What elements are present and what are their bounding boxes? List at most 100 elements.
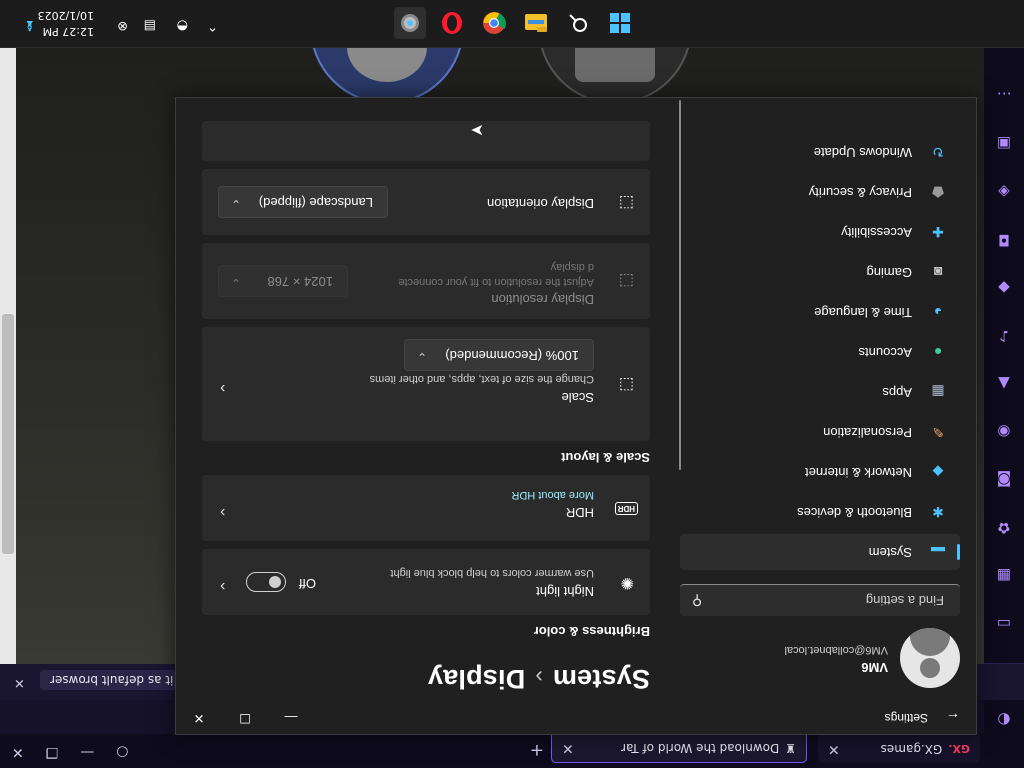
minimize-icon[interactable]: — [80,744,94,760]
music-icon[interactable]: ♪ [994,326,1014,346]
chevron-right-icon[interactable]: › [220,577,225,595]
dropdown-value: 1024 × 768 [267,274,333,289]
nav-item-personalization[interactable]: ✎ Personalization [680,414,960,450]
shield-icon: ⬟ [931,184,945,201]
discord-icon[interactable]: ◙ [994,470,1014,490]
page-scrollbar[interactable] [0,0,16,664]
monitor-icon: ▬ [931,544,945,560]
avatar[interactable] [900,628,960,688]
more-icon[interactable]: ⋯ [994,84,1014,104]
nav-item-windows-update[interactable]: ↻ Windows Update [680,134,960,170]
set-default-browser-button[interactable]: it as default browser [40,670,184,690]
tab-world-of-tanks[interactable]: ♜ Download the World of Tar ✕ [551,735,807,763]
close-icon[interactable]: ✕ [828,741,840,757]
scale-card[interactable]: ⬚ Scale Change the size of text, apps, a… [202,327,650,509]
dropdown-value: 100% (Recommended) [445,348,579,363]
new-tab-button[interactable]: + [530,740,544,760]
volume-muted-icon[interactable]: ⊗ [117,18,128,33]
orientation-dropdown[interactable]: Landscape (flipped) ⌄ [218,186,388,218]
restore-icon[interactable]: ❐ [46,744,59,760]
card-title: Scale [561,390,594,405]
maximize-button[interactable]: ☐ [222,702,268,734]
apps-icon: ▦ [931,384,945,401]
back-button[interactable]: ← [946,710,960,726]
nav-item-time-language[interactable]: ◕ Time & language [680,294,960,330]
resize-icon: ⬚ [618,272,634,289]
nav-label: System [868,545,912,560]
settings-taskbar-button[interactable] [394,7,426,39]
pinboard-icon[interactable]: ▣ [994,134,1014,154]
control-icon[interactable]: ◐ [994,710,1014,730]
windows-logo-icon [610,13,630,33]
orientation-card[interactable]: ⬚ Display orientation Landscape (flipped… [202,169,650,235]
chevron-right-icon[interactable]: › [220,379,225,397]
card-subtitle: Change the size of text, apps, and other… [369,373,594,385]
nav-item-accounts[interactable]: ● Accounts [680,334,960,370]
nav-label: Gaming [866,265,912,280]
close-icon[interactable]: ✕ [14,675,25,690]
file-explorer-button[interactable] [520,7,552,39]
taskbar-search-button[interactable] [562,7,594,39]
folder-icon [525,14,547,32]
chevron-right-icon[interactable]: › [220,503,225,521]
start-button[interactable] [604,7,636,39]
clock-time[interactable]: 12:27 PM [43,25,94,38]
next-setting-card[interactable] [202,121,650,161]
nav-item-network[interactable]: ◆ Network & internet [680,454,960,490]
card-subtitle: Adjust the resolution to fit your connec… [398,276,594,288]
close-icon[interactable]: ✕ [12,744,24,760]
user-email: VM6@collabnet.local [784,644,889,656]
nav-item-privacy[interactable]: ⬟ Privacy & security [680,174,960,210]
search-icon[interactable]: ○ [116,744,128,760]
nav-item-gaming[interactable]: ◙ Gaming [680,254,960,290]
chrome-icon [483,12,506,34]
breadcrumb-parent[interactable]: System [553,664,650,694]
messenger-icon[interactable]: ◉ [994,422,1014,442]
night-light-toggle[interactable] [246,572,286,592]
twitter-icon[interactable]: ◈ [994,182,1014,202]
nav-label: Apps [882,385,912,400]
instagram-icon[interactable]: ◘ [994,230,1014,250]
nav-label: Windows Update [813,145,912,160]
battery-icon[interactable]: ▤ [144,18,156,33]
update-icon: ↻ [932,144,944,161]
nav-item-accessibility[interactable]: ✚ Accessibility [680,214,960,250]
chevron-down-icon: ⌄ [417,350,428,364]
nav-item-system[interactable]: ▬ System [680,534,960,570]
card-title: Display orientation [487,196,594,211]
section-heading: Brightness & color [533,624,650,639]
network-icon[interactable]: ◓ [177,18,188,33]
hdr-card[interactable]: HDR HDR More about HDR › [202,475,650,541]
main-content: System › Display Brightness & color ✺ Nigh… [176,98,650,702]
gx-corner-icon[interactable]: ▭ [994,614,1014,634]
close-button[interactable]: ✕ [176,702,222,734]
taskbar: ⌃ ◓ ▤ ⊗ 12:27 PM 10/1/2023 ♝ [0,0,1024,48]
card-subtitle: d display [550,261,594,273]
settings-window: ← Settings — ☐ ✕ VM6 VM6@collabnet.local… [175,97,977,735]
more-about-hdr-link[interactable]: More about HDR [511,489,594,501]
chatgpt-icon[interactable]: ✿ [994,518,1014,538]
search-icon[interactable]: ⚲ [692,592,702,609]
scrollbar-thumb[interactable] [2,314,14,554]
nav-item-apps[interactable]: ▦ Apps [680,374,960,410]
twitch-icon[interactable]: ▲ [994,374,1014,394]
night-light-card[interactable]: ✺ Night light Use warmer colors to help … [202,549,650,615]
nav-item-bluetooth[interactable]: ✱ Bluetooth & devices [680,494,960,530]
browser-window-controls: ○ — ❐ ✕ [12,744,129,760]
rotate-screen-icon: ⬚ [618,194,634,211]
chrome-button[interactable] [478,7,510,39]
controller-icon[interactable]: ▦ [994,566,1014,586]
nav-label: Accessibility [841,225,912,240]
nav-scrollbar[interactable] [679,100,681,470]
chevron-up-icon[interactable]: ⌃ [207,18,218,33]
opera-gx-button[interactable] [436,7,468,39]
clock-date[interactable]: 10/1/2023 [38,9,94,22]
scale-dropdown[interactable]: 100% (Recommended) ⌄ [404,339,594,371]
close-icon[interactable]: ✕ [562,741,574,757]
minimize-button[interactable]: — [268,702,314,734]
vk-icon[interactable]: ◆ [994,278,1014,298]
notification-bell-icon[interactable]: ♝ [23,17,36,33]
wifi-icon: ◆ [932,464,944,481]
tab-gx-games[interactable]: GX. GX.games ✕ [818,735,980,763]
search-input[interactable]: Find a setting ⚲ [680,584,960,616]
